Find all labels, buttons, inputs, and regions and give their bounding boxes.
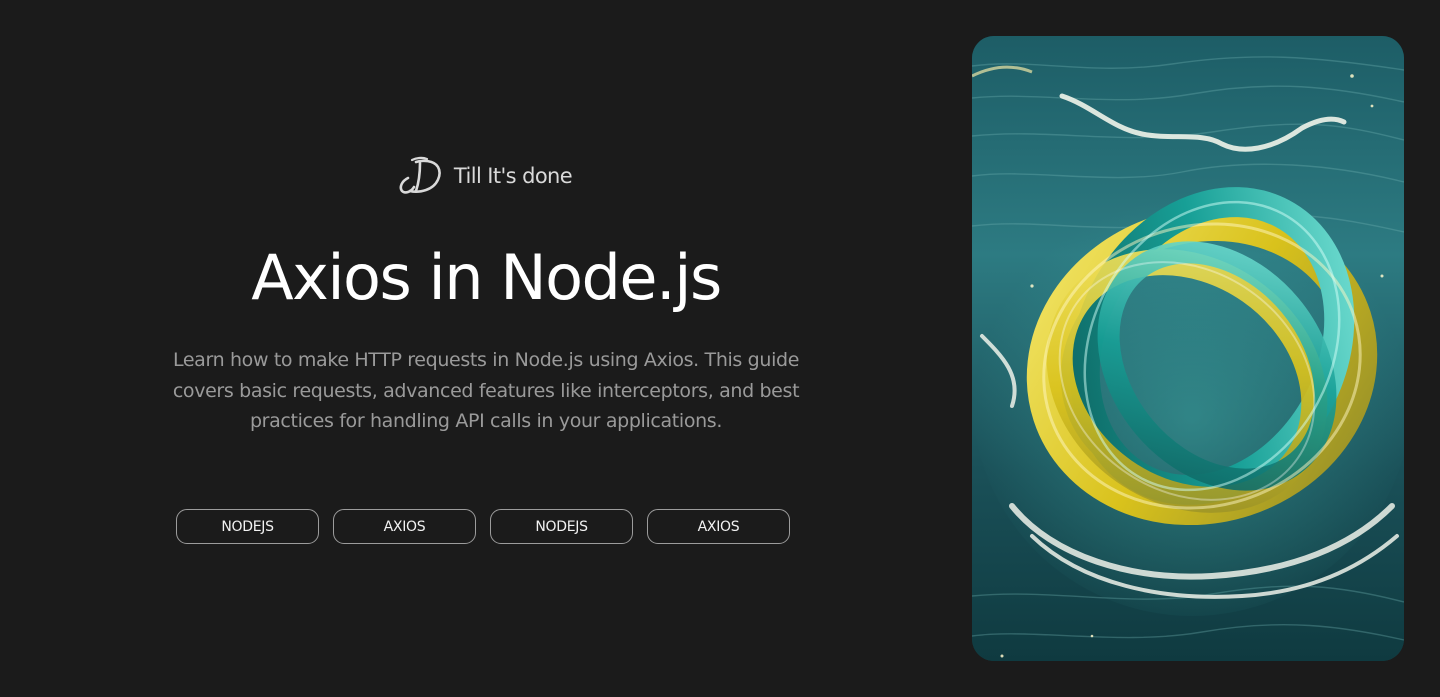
brand-link[interactable]: Till It's done bbox=[150, 152, 822, 200]
cover-artwork-image bbox=[972, 36, 1404, 661]
hero-section: Till It's done Axios in Node.js Learn ho… bbox=[150, 0, 822, 697]
tag-list: NODEJS AXIOS NODEJS AXIOS bbox=[176, 509, 790, 544]
page-title: Axios in Node.js bbox=[251, 241, 722, 314]
page-description: Learn how to make HTTP requests in Node.… bbox=[172, 349, 800, 432]
tag-axios[interactable]: AXIOS bbox=[333, 509, 476, 544]
brand-name: Till It's done bbox=[453, 164, 573, 188]
tag-nodejs[interactable]: NODEJS bbox=[176, 509, 319, 544]
tag-axios[interactable]: AXIOS bbox=[647, 509, 790, 544]
article-hero-page: Till It's done Axios in Node.js Learn ho… bbox=[0, 0, 1440, 697]
signature-d-logo-icon bbox=[396, 154, 444, 198]
tag-nodejs[interactable]: NODEJS bbox=[490, 509, 633, 544]
